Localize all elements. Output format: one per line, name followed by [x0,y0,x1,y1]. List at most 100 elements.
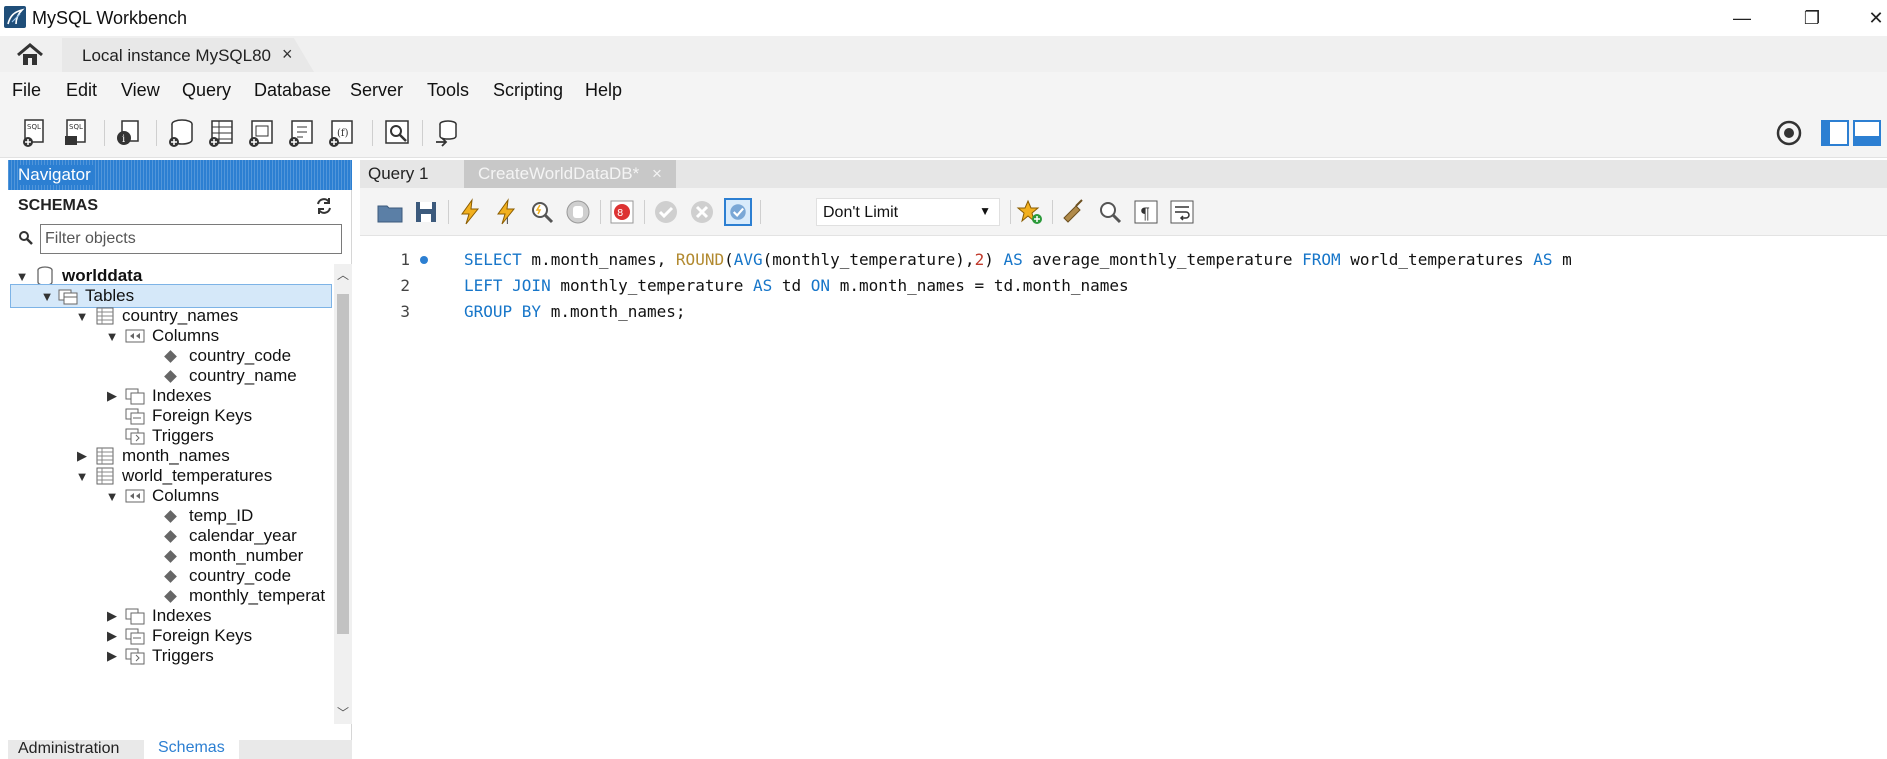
toggle-output-panel-icon[interactable] [1852,118,1882,148]
open-sql-script-icon[interactable]: SQL [62,118,92,148]
scroll-up-icon[interactable]: ︿ [336,266,350,283]
sql-text-token: monthly_temperature [550,276,753,295]
open-folder-icon[interactable] [376,198,404,226]
refresh-icon[interactable] [314,196,334,216]
close-tab-icon[interactable]: × [282,44,293,65]
menu-server[interactable]: Server [350,80,403,101]
column-diamond-icon [164,569,177,583]
sql-kw-token: ON [810,276,831,295]
toggle-autocommit-icon[interactable] [724,198,752,226]
menu-scripting[interactable]: Scripting [493,80,563,101]
maximize-button[interactable]: ❐ [1792,6,1832,30]
tree-item-triggers[interactable]: ▶ Triggers [104,644,214,668]
sql-text-token: ( [724,250,734,269]
new-sql-tab-icon[interactable]: SQL [20,118,50,148]
execute-current-statement-icon[interactable]: I [492,198,520,226]
tab-label: Query 1 [368,164,429,183]
menu-tools[interactable]: Tools [427,80,469,101]
rollback-icon[interactable] [688,198,716,226]
expand-toggle-icon[interactable]: ▶ [104,648,120,664]
menu-database[interactable]: Database [254,80,331,101]
expand-toggle-icon[interactable]: ▼ [104,489,120,504]
close-window-button[interactable]: ✕ [1856,6,1887,30]
expand-toggle-icon[interactable]: ▼ [14,269,30,284]
navigator-header: Navigator [8,160,352,190]
toggle-sidebar-icon[interactable] [1820,118,1850,148]
columns-icon [125,329,145,343]
create-procedure-icon[interactable] [286,118,316,148]
create-table-icon[interactable] [206,118,236,148]
navigator-bottom-tabs: Administration Schemas [8,739,352,759]
beautify-icon[interactable] [1060,198,1088,226]
expand-toggle-icon[interactable]: ▶ [104,388,120,404]
expand-toggle-icon[interactable]: ▶ [104,628,120,644]
preferences-icon[interactable] [1774,118,1804,148]
tree-item-label: country_name [189,366,297,385]
create-schema-icon[interactable] [166,118,196,148]
expand-toggle-icon[interactable]: ▼ [39,289,55,304]
toggle-stop-on-error-icon[interactable]: 8 [608,198,636,226]
workbench-logo-icon [4,6,26,28]
menu-edit[interactable]: Edit [66,80,97,101]
add-snippet-icon[interactable] [1016,198,1044,226]
explain-icon[interactable] [528,198,556,226]
tab-query-1[interactable]: Query 1 [360,160,460,188]
save-icon[interactable] [412,198,440,226]
sql-editor-toolbar: I 8 Don't Limit ▼ ¶ [360,188,1887,236]
filter-objects-input[interactable] [40,224,342,254]
stop-icon[interactable] [564,198,592,226]
tree-item-label: Triggers [152,646,214,665]
toolbar-separator [600,200,601,224]
svg-text:¶: ¶ [1140,204,1150,223]
expand-toggle-icon[interactable]: ▼ [74,309,90,324]
database-icon [37,266,53,286]
invisible-characters-icon[interactable]: ¶ [1132,198,1160,226]
sql-num-token: 2 [974,250,985,269]
execute-icon[interactable] [456,198,484,226]
menu-help[interactable]: Help [585,80,622,101]
sql-kw-token: LEFT JOIN [464,276,551,295]
code-line: LEFT JOIN monthly_temperature AS td ON m… [464,276,1129,295]
tree-item-label: country_code [189,346,292,365]
inspector-icon[interactable]: i [114,118,144,148]
reconnect-icon[interactable] [432,118,462,148]
commit-icon[interactable] [652,198,680,226]
find-icon[interactable] [1096,198,1124,226]
tab-schemas[interactable]: Schemas [144,739,239,759]
tree-item-label: Foreign Keys [152,406,253,425]
indexes-icon [125,608,145,625]
minimize-button[interactable]: — [1722,6,1762,30]
column-diamond-icon [164,589,177,603]
limit-rows-select[interactable]: Don't Limit ▼ [816,198,1000,226]
table-icon [96,447,114,465]
column-diamond-icon [164,529,177,543]
svg-text:8: 8 [617,208,623,219]
close-tab-icon[interactable]: × [652,164,662,184]
tree-item-label: world_temperatures [122,466,273,485]
tree-scrollbar[interactable]: ︿ ﹀ [334,264,352,724]
editor-tab-strip: Query 1 CreateWorldDataDB* × [360,160,1887,188]
expand-toggle-icon[interactable]: ▼ [104,329,120,344]
menu-query[interactable]: Query [182,80,231,101]
word-wrap-icon[interactable] [1168,198,1196,226]
sql-editor[interactable]: 1 SELECT m.month_names, ROUND(AVG(monthly… [360,236,1887,759]
tree-item-label: temp_ID [189,506,254,525]
create-function-icon[interactable]: (f) [326,118,356,148]
search-table-data-icon[interactable] [382,118,412,148]
limit-rows-value: Don't Limit [823,204,899,221]
title-bar: MySQL Workbench — ❐ ✕ [0,0,1887,36]
create-view-icon[interactable] [246,118,276,148]
expand-toggle-icon[interactable]: ▼ [74,469,90,484]
tab-create-world-data-db[interactable]: CreateWorldDataDB* × [464,160,676,188]
scroll-thumb[interactable] [337,294,349,634]
menu-view[interactable]: View [121,80,160,101]
menu-file[interactable]: File [12,80,41,101]
scroll-down-icon[interactable]: ﹀ [336,704,350,721]
tab-administration[interactable]: Administration [18,740,119,758]
connection-tab[interactable]: Local instance MySQL80 × [62,38,314,72]
tree-item-label: month_names [122,446,230,465]
expand-toggle-icon[interactable]: ▶ [74,448,90,464]
indexes-icon [125,388,145,405]
home-button[interactable] [10,40,50,70]
expand-toggle-icon[interactable]: ▶ [104,608,120,624]
